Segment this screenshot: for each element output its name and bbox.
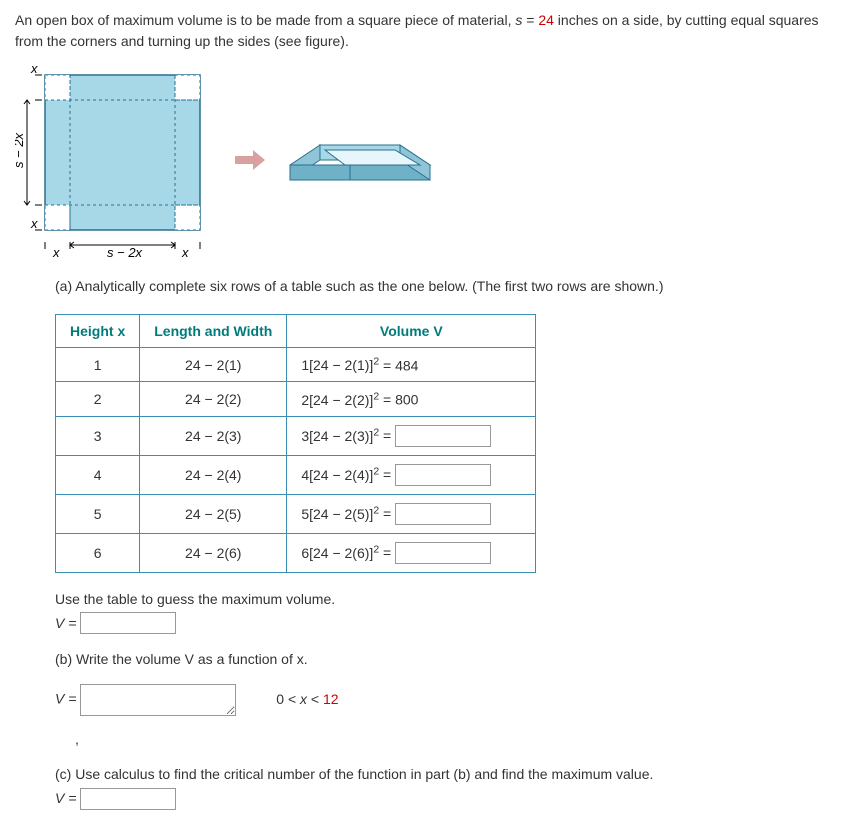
part-c-section: (c) Use calculus to find the critical nu… [55, 763, 845, 811]
equals-sign: = [379, 428, 395, 444]
intro-part1: An open box of maximum volume is to be m… [15, 12, 515, 28]
cell-lw: 24 − 2(1) [140, 347, 287, 382]
equals-sign: = [379, 467, 395, 483]
figure-row: x x s − 2x x x s − 2x [15, 60, 845, 260]
volume-result: = 484 [379, 357, 418, 373]
volume-input[interactable] [395, 425, 491, 447]
cell-lw: 24 − 2(4) [140, 456, 287, 495]
col-vol: Volume V [287, 314, 536, 347]
arrow-icon [235, 150, 265, 170]
cell-lw: 24 − 2(3) [140, 417, 287, 456]
volume-expr: 1[24 − 2(1)]2 [301, 357, 379, 373]
volume-expr: 3[24 − 2(3)]2 [301, 428, 379, 444]
guess-input[interactable] [80, 612, 176, 634]
cell-height: 1 [56, 347, 140, 382]
equals-sign: = [379, 506, 395, 522]
col-lw: Length and Width [140, 314, 287, 347]
table-row: 524 − 2(5)5[24 − 2(5)]2 = [56, 495, 536, 534]
table-row: 624 − 2(6)6[24 − 2(6)]2 = [56, 534, 536, 573]
equals-sign: = [379, 545, 395, 561]
fig-x-b2: x [181, 245, 189, 260]
fig-x-tl: x [30, 61, 38, 76]
fig-x-b1: x [52, 245, 60, 260]
part-c-label: V = [55, 790, 80, 806]
cell-height: 5 [56, 495, 140, 534]
table-row: 224 − 2(2)2[24 − 2(2)]2 = 800 [56, 382, 536, 417]
volume-input[interactable] [395, 464, 491, 486]
volume-table: Height x Length and Width Volume V 124 −… [55, 314, 536, 573]
problem-intro: An open box of maximum volume is to be m… [15, 10, 845, 52]
part-b-text: (b) Write the volume V as a function of … [55, 648, 845, 672]
volume-expr: 6[24 − 2(6)]2 [301, 545, 379, 561]
cell-height: 2 [56, 382, 140, 417]
intro-s-value: 24 [538, 12, 554, 28]
volume-input[interactable] [395, 542, 491, 564]
cell-volume: 3[24 − 2(3)]2 = [287, 417, 536, 456]
guess-text: Use the table to guess the maximum volum… [55, 591, 335, 607]
cell-volume: 4[24 − 2(4)]2 = [287, 456, 536, 495]
part-a-text: (a) Analytically complete six rows of a … [55, 275, 845, 299]
part-b-input[interactable] [80, 684, 236, 716]
cell-volume: 2[24 − 2(2)]2 = 800 [287, 382, 536, 417]
cell-height: 6 [56, 534, 140, 573]
part-c-text: (c) Use calculus to find the critical nu… [55, 766, 653, 782]
volume-expr: 4[24 − 2(4)]2 [301, 467, 379, 483]
part-c-input[interactable] [80, 788, 176, 810]
cell-volume: 6[24 − 2(6)]2 = [287, 534, 536, 573]
guess-label: V = [55, 615, 80, 631]
volume-expr: 2[24 − 2(2)]2 [301, 392, 379, 408]
intro-eq: = [522, 12, 538, 28]
volume-expr: 5[24 − 2(5)]2 [301, 506, 379, 522]
box-figure [285, 110, 435, 210]
cell-lw: 24 − 2(6) [140, 534, 287, 573]
comma-mark: , [75, 728, 845, 752]
volume-result: = 800 [379, 392, 418, 408]
part-b-label: V = [55, 690, 80, 706]
fig-x-bl: x [30, 216, 38, 231]
cell-height: 4 [56, 456, 140, 495]
cell-volume: 5[24 − 2(5)]2 = [287, 495, 536, 534]
table-row: 124 − 2(1)1[24 − 2(1)]2 = 484 [56, 347, 536, 382]
volume-input[interactable] [395, 503, 491, 525]
fig-s2x-v: s − 2x [15, 132, 26, 168]
cell-lw: 24 − 2(5) [140, 495, 287, 534]
table-row: 324 − 2(3)3[24 − 2(3)]2 = [56, 417, 536, 456]
fig-s2x-h: s − 2x [107, 245, 143, 260]
cell-volume: 1[24 − 2(1)]2 = 484 [287, 347, 536, 382]
part-b-answer-row: V = 0 < x < 12 [55, 684, 845, 716]
col-height: Height x [56, 314, 140, 347]
part-b-domain: 0 < x < 12 [276, 688, 338, 712]
cell-height: 3 [56, 417, 140, 456]
flat-square-figure: x x s − 2x x x s − 2x [15, 60, 215, 260]
cell-lw: 24 − 2(2) [140, 382, 287, 417]
table-row: 424 − 2(4)4[24 − 2(4)]2 = [56, 456, 536, 495]
guess-section: Use the table to guess the maximum volum… [55, 588, 845, 636]
